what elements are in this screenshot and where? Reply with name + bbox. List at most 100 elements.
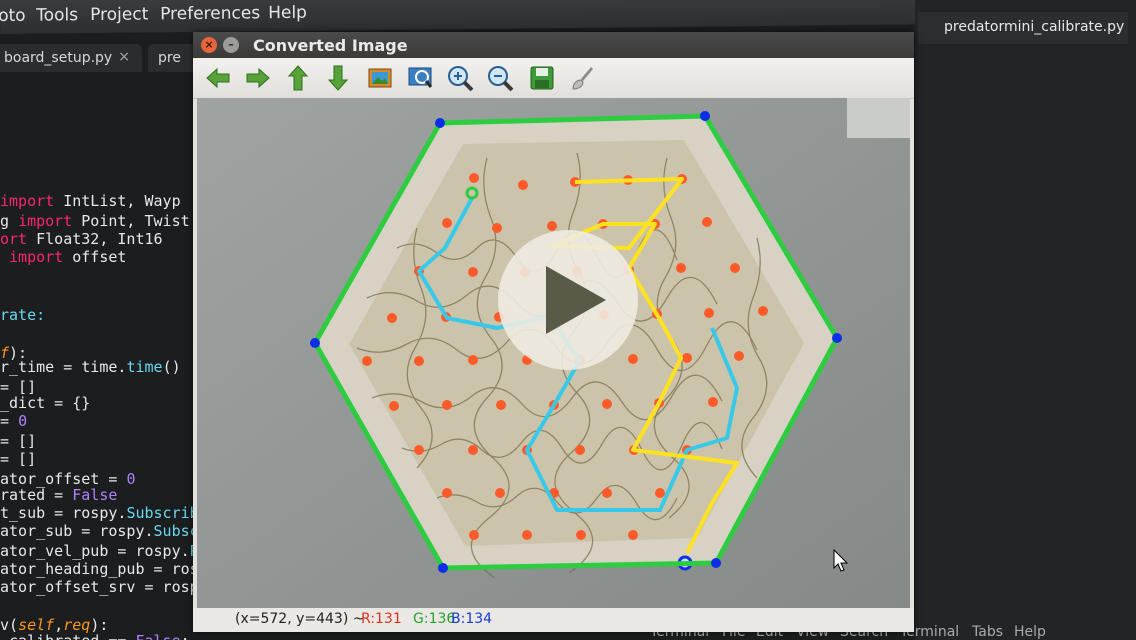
code-token: Point, Twist: [72, 212, 190, 230]
waypoint-dot: [442, 488, 452, 498]
code-token: r_time = time.: [0, 358, 127, 376]
menu-help-terminal[interactable]: Help: [1014, 624, 1046, 640]
corner-marker: [711, 558, 721, 568]
waypoint-dot: [655, 488, 665, 498]
code-line: = []: [0, 450, 36, 468]
waypoint-dot: [602, 488, 612, 498]
zoom-fit-icon[interactable]: [405, 63, 435, 93]
waypoint-dot: [387, 313, 397, 323]
brush-icon[interactable]: [567, 63, 597, 93]
minimize-window-icon[interactable]: –: [223, 37, 239, 53]
arrow-up-icon[interactable]: [283, 63, 313, 93]
code-token: 0: [126, 470, 136, 488]
viewer-toolbar: [193, 58, 914, 99]
corner-marker: [832, 333, 842, 343]
waypoint-dot: [442, 218, 452, 228]
waypoint-dot: [414, 356, 424, 366]
close-tab-icon[interactable]: ×: [118, 49, 130, 65]
code-line: = 0: [0, 412, 27, 430]
code-token: rated =: [0, 486, 73, 504]
menu-tabs[interactable]: Tabs: [972, 624, 1003, 640]
pixel-red: R:131: [361, 611, 402, 627]
code-line: _calibrated == False:: [0, 632, 190, 640]
arrow-down-icon[interactable]: [323, 63, 353, 93]
arrow-right-icon[interactable]: [243, 63, 273, 93]
code-token: :: [181, 632, 190, 640]
code-token: False: [72, 486, 118, 504]
code-token: IntList, Wayp: [54, 192, 181, 210]
code-token: False: [135, 632, 180, 640]
pixel-green: G:136: [413, 611, 456, 627]
code-token: 0: [18, 412, 28, 430]
waypoint-dot: [730, 263, 740, 273]
tab-board-setup[interactable]: board_setup.py ×: [0, 44, 142, 72]
menu-help[interactable]: Help: [268, 3, 307, 23]
waypoint-dot: [702, 217, 712, 227]
play-button[interactable]: [498, 230, 638, 370]
corner-marker: [438, 563, 448, 573]
pixel-coords: (x=572, y=443) ~: [235, 611, 365, 627]
menu-preferences[interactable]: Preferences: [160, 3, 260, 24]
waypoint-dot: [362, 356, 372, 366]
code-token: =: [0, 412, 19, 430]
tab-predatormini-calibrate[interactable]: predatormini_calibrate.py: [918, 12, 1128, 44]
code-line: g import Point, Twist: [0, 212, 190, 230]
code-token: = []: [0, 450, 37, 468]
code-token: Float32, Int16: [27, 230, 163, 248]
waypoint-dot: [576, 530, 586, 540]
arrow-left-icon[interactable]: [203, 63, 233, 93]
code-line: ator_heading_pub = rospy.: [0, 560, 226, 578]
window-titlebar[interactable]: × – Converted Image: [193, 32, 914, 58]
code-token: g: [0, 212, 19, 230]
waypoint-dot: [469, 530, 479, 540]
play-icon: [546, 266, 606, 334]
code-token: _calibrated ==: [0, 632, 135, 640]
tab-label: pre: [158, 50, 181, 66]
code-token: t_sub = rospy.: [0, 504, 127, 522]
menu-edit-tail[interactable]: oto: [0, 6, 26, 26]
code-line: ort Float32, Int16: [0, 230, 163, 248]
code-token: ator_vel_pub = rospy.: [0, 542, 190, 560]
image-icon[interactable]: [365, 63, 395, 93]
waypoint-dot: [496, 400, 506, 410]
code-token: import: [18, 212, 73, 230]
code-line: rate:: [0, 306, 45, 324]
save-icon[interactable]: [527, 63, 557, 93]
code-line: import IntList, Wayp: [0, 192, 181, 210]
code-line: rated = False: [0, 486, 117, 504]
waypoint-dot: [522, 530, 532, 540]
waypoint-dot: [628, 530, 638, 540]
code-line: = []: [0, 432, 36, 450]
code-line: t_sub = rospy.Subscriber: [0, 504, 217, 522]
code-token: time: [126, 358, 163, 376]
waypoint-dot: [468, 445, 478, 455]
code-line: _dict = {}: [0, 394, 90, 412]
right-editor-pane[interactable]: [915, 0, 1136, 640]
viewer-statusbar: (x=572, y=443) ~ R:131 G:136 B:134: [193, 608, 914, 632]
code-line: ator_sub = rospy.Subscrib: [0, 522, 226, 540]
close-window-icon[interactable]: ×: [201, 37, 217, 53]
code-token: import: [9, 248, 64, 266]
menu-project[interactable]: Project: [90, 4, 148, 25]
waypoint-dot: [734, 351, 744, 361]
code-token: ort: [0, 230, 28, 248]
waypoint-dot: [442, 400, 452, 410]
code-token: import: [0, 192, 55, 210]
zoom-out-icon[interactable]: [485, 63, 515, 93]
code-token: (): [162, 358, 181, 376]
code-token: offset: [63, 248, 127, 266]
code-token: = []: [0, 432, 37, 450]
code-token: _dict = {}: [0, 394, 91, 412]
zoom-in-icon[interactable]: [445, 63, 475, 93]
waypoint-dot: [676, 263, 686, 273]
waypoint-dot: [389, 401, 399, 411]
pixel-blue: B:134: [451, 611, 493, 627]
waypoint-dot: [495, 488, 505, 498]
code-token: ator_heading_pub = rospy.: [0, 560, 226, 578]
code-token: rate:: [0, 306, 46, 324]
waypoint-dot: [602, 399, 612, 409]
code-token: ator_sub = rospy.: [0, 522, 154, 540]
menu-tools[interactable]: Tools: [36, 5, 78, 25]
code-token: ator_offset_srv = rospy.: [0, 578, 217, 596]
